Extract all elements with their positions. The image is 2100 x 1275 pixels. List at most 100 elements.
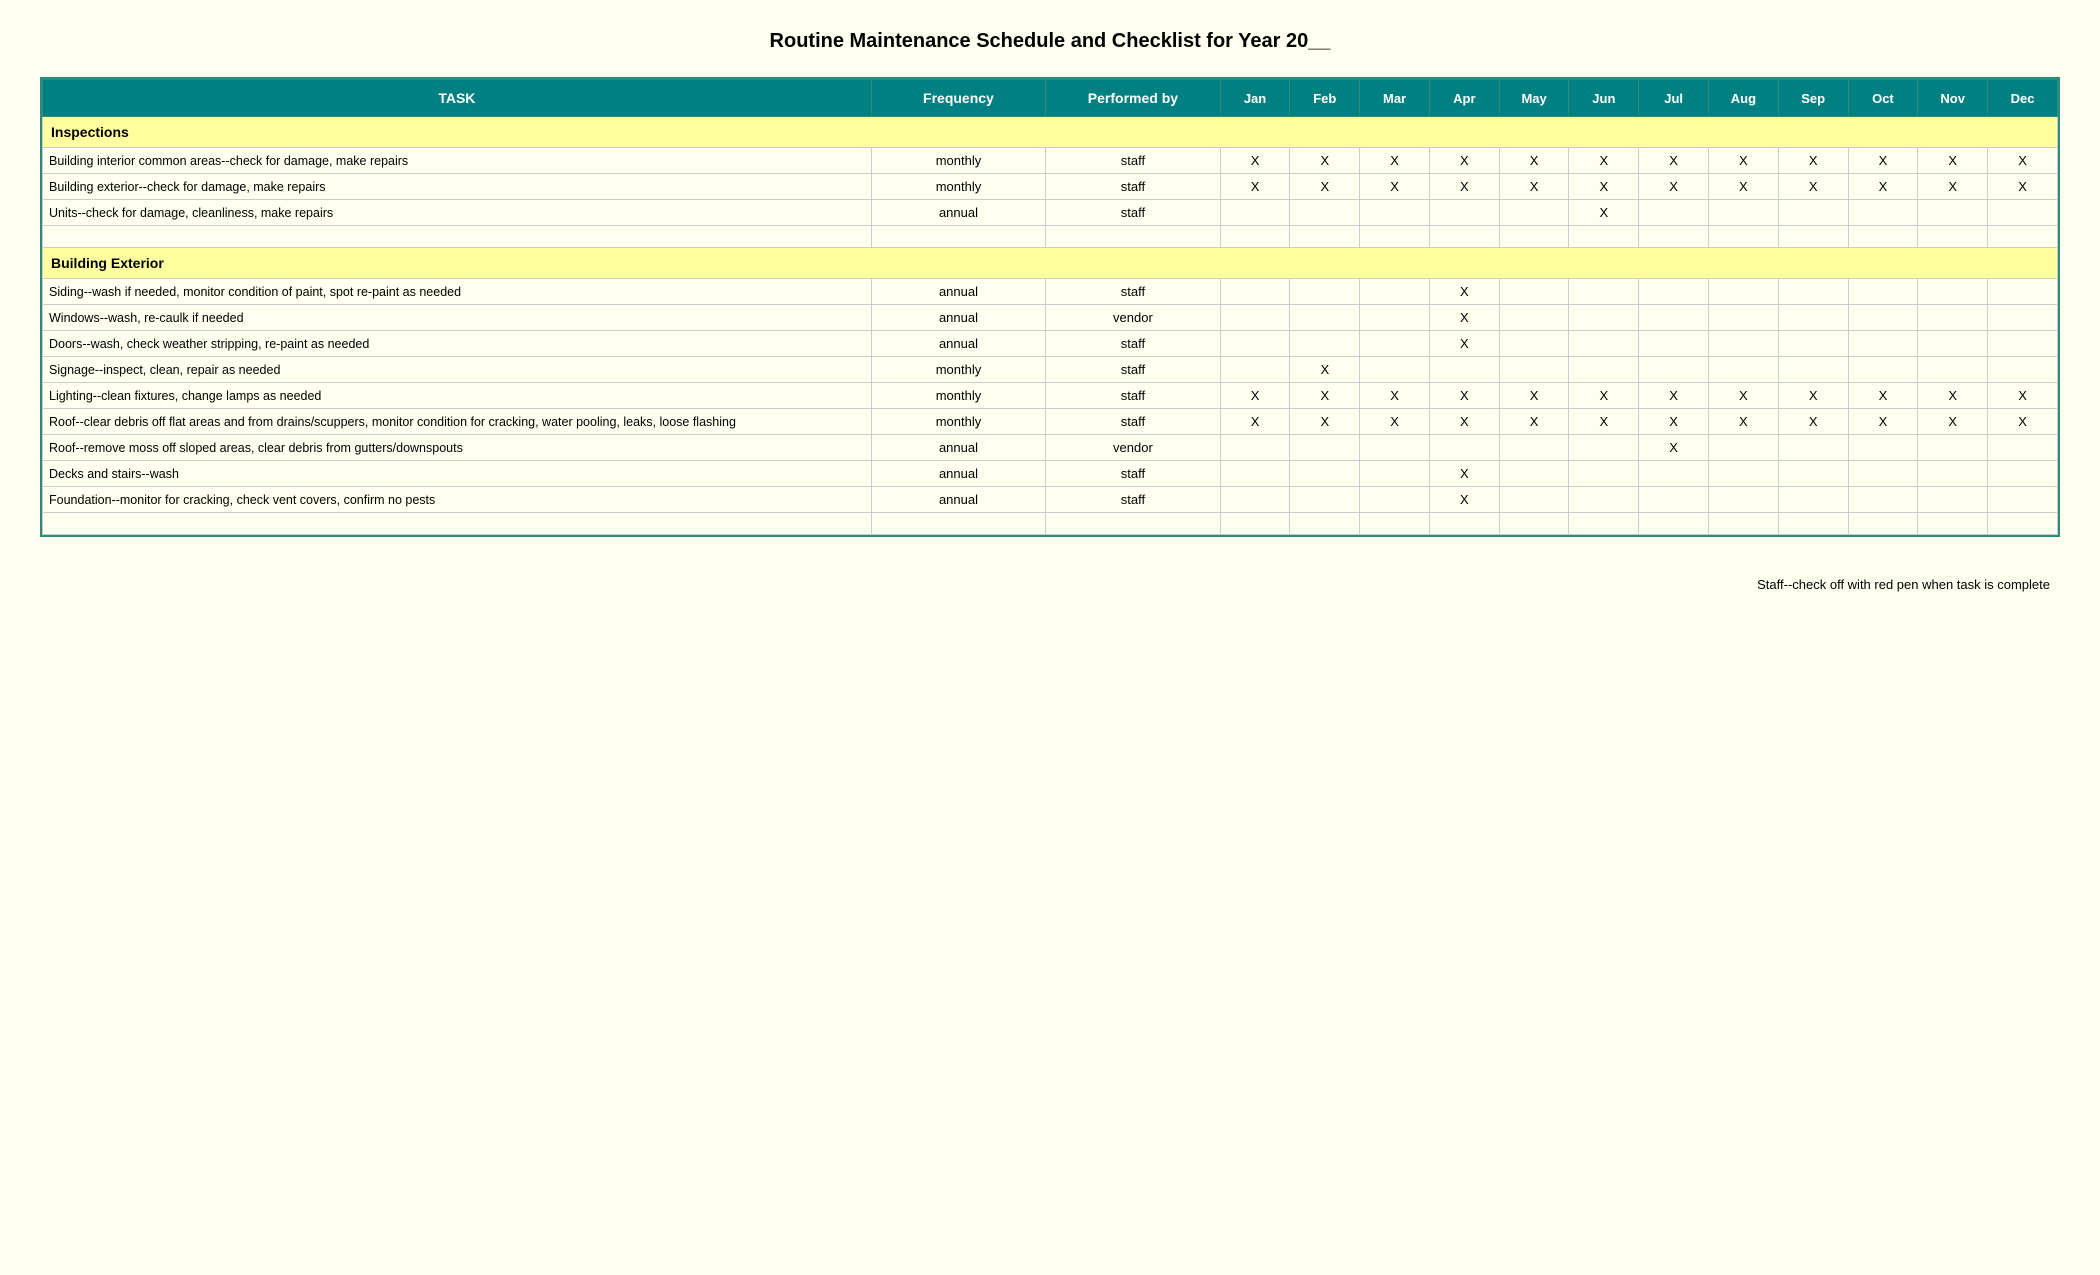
cell-month-may — [1499, 331, 1569, 357]
cell-month-jun: X — [1569, 409, 1639, 435]
header-may: May — [1499, 80, 1569, 117]
cell-frequency: annual — [871, 305, 1045, 331]
cell-performed-by: vendor — [1046, 305, 1220, 331]
header-dec: Dec — [1988, 80, 2058, 117]
table-row: Lighting--clean fixtures, change lamps a… — [43, 383, 2058, 409]
cell-month-jul — [1639, 357, 1709, 383]
cell-month-mar — [1360, 226, 1430, 248]
header-mar: Mar — [1360, 80, 1430, 117]
cell-month-feb: X — [1290, 174, 1360, 200]
cell-month-may — [1499, 487, 1569, 513]
header-nov: Nov — [1918, 80, 1988, 117]
cell-month-apr: X — [1429, 305, 1499, 331]
cell-month-mar — [1360, 435, 1430, 461]
cell-month-dec — [1988, 357, 2058, 383]
cell-performed-by — [1046, 226, 1220, 248]
cell-frequency: annual — [871, 435, 1045, 461]
cell-month-jan — [1220, 513, 1290, 535]
cell-month-feb — [1290, 331, 1360, 357]
cell-frequency: monthly — [871, 174, 1045, 200]
cell-month-nov — [1918, 513, 1988, 535]
cell-month-aug — [1709, 357, 1779, 383]
cell-month-jan — [1220, 331, 1290, 357]
cell-month-apr — [1429, 513, 1499, 535]
cell-month-dec: X — [1988, 174, 2058, 200]
cell-performed-by: staff — [1046, 383, 1220, 409]
cell-month-dec — [1988, 226, 2058, 248]
cell-month-may — [1499, 226, 1569, 248]
cell-month-jan: X — [1220, 409, 1290, 435]
cell-month-aug — [1709, 461, 1779, 487]
cell-month-jul — [1639, 331, 1709, 357]
cell-month-jul — [1639, 461, 1709, 487]
header-aug: Aug — [1709, 80, 1779, 117]
table-row: Signage--inspect, clean, repair as neede… — [43, 357, 2058, 383]
cell-month-aug — [1709, 279, 1779, 305]
cell-month-oct: X — [1848, 383, 1918, 409]
cell-month-oct — [1848, 331, 1918, 357]
cell-month-may: X — [1499, 148, 1569, 174]
cell-month-sep — [1778, 461, 1848, 487]
cell-task: Siding--wash if needed, monitor conditio… — [43, 279, 872, 305]
cell-performed-by: staff — [1046, 148, 1220, 174]
cell-task: Doors--wash, check weather stripping, re… — [43, 331, 872, 357]
cell-month-oct: X — [1848, 409, 1918, 435]
cell-month-aug — [1709, 513, 1779, 535]
cell-month-apr: X — [1429, 174, 1499, 200]
cell-month-jun — [1569, 279, 1639, 305]
cell-month-dec — [1988, 305, 2058, 331]
cell-month-jul: X — [1639, 435, 1709, 461]
cell-month-nov: X — [1918, 174, 1988, 200]
cell-performed-by: staff — [1046, 461, 1220, 487]
cell-month-jun — [1569, 357, 1639, 383]
cell-month-sep — [1778, 200, 1848, 226]
cell-month-oct — [1848, 461, 1918, 487]
cell-month-feb — [1290, 279, 1360, 305]
cell-month-jun — [1569, 487, 1639, 513]
cell-month-dec — [1988, 487, 2058, 513]
cell-month-mar — [1360, 357, 1430, 383]
cell-month-jan — [1220, 435, 1290, 461]
cell-performed-by: staff — [1046, 357, 1220, 383]
cell-month-feb: X — [1290, 409, 1360, 435]
header-jul: Jul — [1639, 80, 1709, 117]
section-header-0: Inspections — [43, 117, 2058, 148]
cell-month-mar — [1360, 331, 1430, 357]
cell-month-aug: X — [1709, 409, 1779, 435]
cell-performed-by: vendor — [1046, 435, 1220, 461]
cell-month-sep: X — [1778, 383, 1848, 409]
cell-month-sep — [1778, 487, 1848, 513]
cell-month-dec — [1988, 279, 2058, 305]
cell-month-may: X — [1499, 383, 1569, 409]
cell-month-oct — [1848, 226, 1918, 248]
cell-month-apr: X — [1429, 409, 1499, 435]
cell-task: Units--check for damage, cleanliness, ma… — [43, 200, 872, 226]
cell-month-sep — [1778, 305, 1848, 331]
table-row — [43, 226, 2058, 248]
cell-month-feb — [1290, 513, 1360, 535]
cell-month-sep: X — [1778, 148, 1848, 174]
cell-month-dec: X — [1988, 383, 2058, 409]
header-performed-by: Performed by — [1046, 80, 1220, 117]
cell-month-apr — [1429, 357, 1499, 383]
footer-note: Staff--check off with red pen when task … — [40, 577, 2060, 592]
cell-month-jan — [1220, 461, 1290, 487]
cell-month-dec — [1988, 331, 2058, 357]
table-row: Windows--wash, re-caulk if neededannualv… — [43, 305, 2058, 331]
cell-frequency: monthly — [871, 383, 1045, 409]
cell-performed-by: staff — [1046, 409, 1220, 435]
cell-task: Building exterior--check for damage, mak… — [43, 174, 872, 200]
table-row: Roof--clear debris off flat areas and fr… — [43, 409, 2058, 435]
cell-month-jul — [1639, 487, 1709, 513]
cell-month-may: X — [1499, 409, 1569, 435]
cell-month-may — [1499, 357, 1569, 383]
cell-frequency: monthly — [871, 409, 1045, 435]
cell-month-mar: X — [1360, 174, 1430, 200]
cell-month-jan — [1220, 226, 1290, 248]
cell-month-apr: X — [1429, 279, 1499, 305]
cell-task: Windows--wash, re-caulk if needed — [43, 305, 872, 331]
cell-month-oct: X — [1848, 174, 1918, 200]
cell-month-oct — [1848, 200, 1918, 226]
cell-month-aug — [1709, 331, 1779, 357]
cell-month-jan — [1220, 487, 1290, 513]
